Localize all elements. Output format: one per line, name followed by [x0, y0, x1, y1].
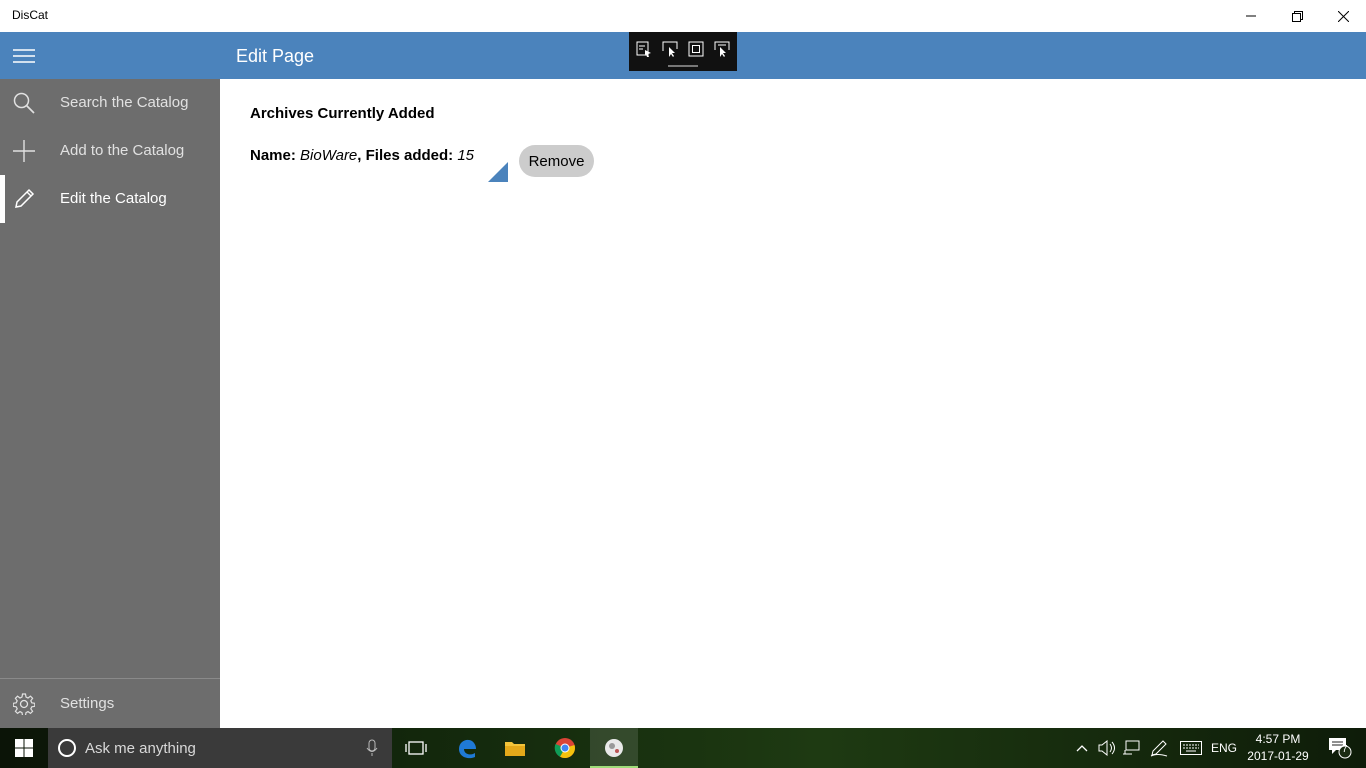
windows-logo-icon — [15, 739, 33, 757]
track-focus-button[interactable] — [712, 39, 732, 59]
network-button[interactable] — [1120, 728, 1142, 768]
restore-icon — [1291, 10, 1303, 22]
app-title: DisCat — [12, 8, 49, 22]
layout-adorners-button[interactable] — [686, 39, 706, 59]
hamburger-menu-button[interactable] — [0, 32, 48, 79]
edge-browser-button[interactable] — [443, 728, 491, 768]
pen-workspace-button[interactable] — [1148, 728, 1170, 768]
start-button[interactable] — [0, 728, 48, 768]
keyboard-icon — [1180, 741, 1202, 755]
resize-grip-icon[interactable] — [488, 162, 510, 182]
archive-name-value: BioWare — [300, 147, 358, 164]
files-added-label: Files added: — [365, 147, 454, 164]
close-icon — [1337, 10, 1349, 22]
main-content: Archives Currently Added Name: BioWare, … — [220, 79, 1366, 728]
cortana-search-box[interactable]: Ask me anything — [48, 728, 392, 768]
selection-indicator — [0, 175, 5, 223]
live-tree-button[interactable] — [634, 39, 654, 59]
cortana-icon — [58, 739, 76, 757]
search-placeholder: Ask me anything — [85, 740, 196, 757]
input-language-button[interactable]: ENG — [1208, 728, 1240, 768]
sidebar-item-settings[interactable]: Settings — [0, 680, 220, 728]
sidebar-item-label: Add to the Catalog — [60, 142, 185, 159]
minimize-button[interactable] — [1228, 0, 1274, 32]
chrome-button[interactable] — [541, 728, 589, 768]
plus-icon — [12, 139, 36, 163]
page-title: Edit Page — [236, 46, 315, 66]
task-view-icon — [405, 741, 427, 755]
visual-tree-icon — [636, 41, 651, 57]
notification-icon — [1329, 738, 1352, 759]
chevron-up-icon — [1076, 745, 1088, 752]
microphone-icon[interactable] — [365, 739, 379, 757]
sidebar-divider — [0, 678, 220, 679]
adorner-icon — [688, 41, 704, 57]
archive-item: Name: BioWare, Files added: 15 — [250, 147, 474, 164]
sidebar-item-search[interactable]: Search the Catalog — [0, 79, 220, 127]
volume-button[interactable] — [1096, 728, 1118, 768]
discat-app-button[interactable] — [590, 728, 638, 768]
discat-app-icon — [605, 739, 623, 757]
archives-heading: Archives Currently Added — [250, 105, 435, 122]
toolbar-grip[interactable] — [668, 65, 698, 67]
sidebar-item-edit[interactable]: Edit the Catalog — [0, 175, 220, 223]
files-added-value: 15 — [457, 147, 475, 164]
taskbar: Ask me anything ENG 4:57 PM 2017-01-29 7 — [0, 728, 1366, 768]
navigation-pane: Search the Catalog Add to the Catalog Ed… — [0, 79, 220, 728]
select-element-button[interactable] — [660, 39, 680, 59]
minimize-icon — [1246, 15, 1256, 17]
pencil-icon — [12, 187, 36, 211]
file-explorer-button[interactable] — [491, 728, 539, 768]
pen-icon — [1150, 740, 1168, 757]
notification-count: 7 — [1342, 744, 1348, 755]
show-hidden-icons-button[interactable] — [1072, 728, 1092, 768]
title-bar: DisCat — [0, 0, 1366, 32]
separator: , — [357, 147, 362, 164]
chrome-icon — [554, 738, 575, 759]
sidebar-item-label: Search the Catalog — [60, 94, 189, 111]
hamburger-icon — [13, 48, 35, 63]
volume-icon — [1098, 740, 1115, 756]
select-element-icon — [662, 41, 678, 57]
remove-button[interactable]: Remove — [519, 145, 594, 177]
task-view-button[interactable] — [392, 728, 440, 768]
search-icon — [12, 91, 36, 115]
sidebar-item-label: Settings — [60, 695, 115, 712]
sidebar-item-label: Edit the Catalog — [60, 190, 167, 207]
sidebar-item-add[interactable]: Add to the Catalog — [0, 127, 220, 175]
folder-icon — [505, 742, 525, 756]
name-label: Name: — [250, 147, 296, 164]
touch-keyboard-button[interactable] — [1178, 728, 1204, 768]
restore-button[interactable] — [1274, 0, 1320, 32]
track-focus-icon — [714, 41, 730, 57]
debug-toolbar — [629, 32, 737, 71]
action-center-button[interactable]: 7 — [1320, 728, 1360, 768]
clock-time: 4:57 PM — [1255, 732, 1301, 746]
clock-button[interactable]: 4:57 PM 2017-01-29 — [1240, 731, 1316, 765]
clock-date: 2017-01-29 — [1247, 749, 1309, 763]
network-icon — [1123, 740, 1140, 755]
gear-icon — [12, 692, 36, 716]
close-button[interactable] — [1320, 0, 1366, 32]
edge-icon — [459, 739, 476, 759]
